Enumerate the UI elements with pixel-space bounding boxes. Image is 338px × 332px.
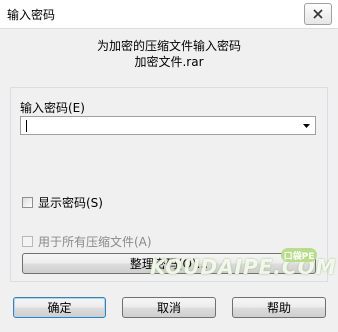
watermark-badge: 口袋PE <box>281 248 317 262</box>
window-title: 输入密码 <box>7 8 56 22</box>
title-bar: 输入密码 <box>0 0 338 29</box>
password-label: 输入密码(E) <box>20 101 85 115</box>
prompt-text: 为加密的压缩文件输入密码 <box>96 39 241 53</box>
archive-name: 加密文件.rar <box>134 55 204 69</box>
ok-button[interactable]: 确定 <box>13 297 106 318</box>
show-password-label: 显示密码(S) <box>38 196 103 210</box>
cancel-button[interactable]: 取消 <box>122 297 216 318</box>
help-label: 帮助 <box>266 301 291 315</box>
close-icon <box>313 9 323 19</box>
use-for-all-option[interactable]: 用于所有压缩文件(A) <box>22 233 152 250</box>
ok-label: 确定 <box>47 301 72 315</box>
show-password-checkbox[interactable] <box>22 197 33 208</box>
dropdown-button[interactable] <box>298 117 315 134</box>
help-button[interactable]: 帮助 <box>232 297 326 318</box>
show-password-option[interactable]: 显示密码(S) <box>22 194 103 211</box>
use-for-all-checkbox[interactable] <box>22 236 33 247</box>
use-for-all-label: 用于所有压缩文件(A) <box>38 235 152 249</box>
text-caret <box>26 120 27 132</box>
password-input[interactable] <box>20 116 316 135</box>
chevron-down-icon <box>303 123 310 128</box>
close-button[interactable] <box>304 3 332 25</box>
cancel-label: 取消 <box>156 301 181 315</box>
